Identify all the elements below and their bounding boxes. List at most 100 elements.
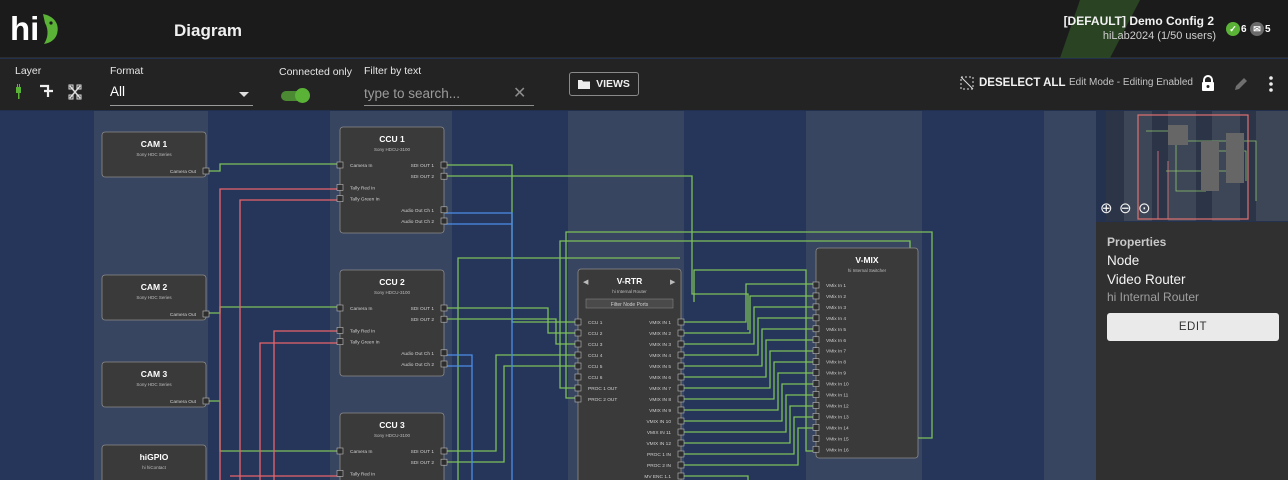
port-in[interactable] xyxy=(812,281,820,289)
port-out[interactable] xyxy=(440,161,448,169)
port-in[interactable] xyxy=(574,373,582,381)
port-out[interactable] xyxy=(677,428,685,436)
port-out[interactable] xyxy=(677,406,685,414)
port-in[interactable] xyxy=(574,362,582,370)
port-out[interactable] xyxy=(440,458,448,466)
node-vrtr[interactable]: V-RTR hi Internal Router ◀ ▶ Filter Node Por… xyxy=(574,268,685,480)
port-in[interactable] xyxy=(574,318,582,326)
node-higpio[interactable]: hiGPIO hi hiContact xyxy=(101,444,207,480)
node-subtitle: Sony HDCU-3100 xyxy=(374,433,411,438)
hi-logo-icon[interactable]: hi xyxy=(10,10,62,46)
port-out[interactable] xyxy=(202,167,210,175)
port-in[interactable] xyxy=(812,413,820,420)
port-in[interactable] xyxy=(574,384,582,392)
edit-button[interactable]: EDIT xyxy=(1107,313,1279,341)
port-out[interactable] xyxy=(440,360,448,368)
port-in[interactable] xyxy=(812,358,820,365)
fit-view-icon[interactable]: ⊙ xyxy=(1138,199,1151,217)
port-out[interactable] xyxy=(677,351,685,359)
port-out[interactable] xyxy=(677,340,685,348)
lock-icon[interactable] xyxy=(1200,75,1216,91)
port-out[interactable] xyxy=(677,395,685,403)
config-title[interactable]: [DEFAULT] Demo Config 2 xyxy=(1064,14,1214,28)
pencil-icon[interactable] xyxy=(1233,76,1249,92)
port-in[interactable] xyxy=(812,314,820,322)
port-in[interactable] xyxy=(812,336,820,344)
port-out[interactable] xyxy=(677,373,685,381)
port-out[interactable] xyxy=(677,472,685,480)
port-in[interactable] xyxy=(574,329,582,337)
node-vmix[interactable]: V-MIX hi Internal Switcher VMix In 1 VMix I… xyxy=(812,247,919,459)
port-in[interactable] xyxy=(574,340,582,348)
port-in[interactable] xyxy=(812,424,820,431)
clear-icon[interactable]: ✕ xyxy=(513,83,526,103)
top-bar: hi Diagram [DEFAULT] Demo Config 2 hiLab… xyxy=(0,0,1288,58)
port-out[interactable] xyxy=(677,362,685,370)
port-out[interactable] xyxy=(202,310,210,318)
port-in[interactable] xyxy=(812,325,820,333)
node-cam2[interactable]: CAM 2 Sony HDC Series Camera Out xyxy=(101,274,210,321)
port-in[interactable] xyxy=(336,470,344,477)
port-out[interactable] xyxy=(440,315,448,323)
port-label: Tally Green In xyxy=(350,197,380,203)
port-in[interactable] xyxy=(336,161,344,169)
port-out[interactable] xyxy=(677,384,685,392)
port-out[interactable] xyxy=(677,450,685,458)
port-out[interactable] xyxy=(677,439,685,447)
port-in[interactable] xyxy=(336,447,344,455)
port-out[interactable] xyxy=(440,304,448,312)
port-out[interactable] xyxy=(440,349,448,357)
port-out[interactable] xyxy=(677,329,685,337)
zoom-out-icon[interactable]: ⊖ xyxy=(1119,199,1132,217)
port-in[interactable] xyxy=(336,304,344,312)
port-in[interactable] xyxy=(812,434,820,442)
views-button[interactable]: VIEWS xyxy=(569,72,639,96)
port-in[interactable] xyxy=(336,338,344,345)
node-cam3[interactable]: CAM 3 Sony HDC Series Camera Out xyxy=(101,361,210,408)
node-box[interactable] xyxy=(101,444,207,480)
port-in[interactable] xyxy=(812,391,820,398)
network-icon[interactable] xyxy=(68,84,82,100)
filter-input[interactable] xyxy=(364,82,534,106)
port-out[interactable] xyxy=(440,206,448,214)
route-icon[interactable] xyxy=(40,84,53,97)
more-vert-icon[interactable] xyxy=(1266,75,1276,93)
connected-only-label: Connected only xyxy=(279,66,352,78)
node-ccu1[interactable]: CCU 1 Sony HDCU-3100 Camera In SDI OUT 1 SDI… xyxy=(336,126,448,234)
port-in[interactable] xyxy=(812,369,820,376)
port-in[interactable] xyxy=(336,327,344,334)
zoom-in-icon[interactable]: ⊕ xyxy=(1100,199,1113,217)
port-in[interactable] xyxy=(574,395,582,403)
prev-arrow-icon[interactable]: ◀ xyxy=(583,279,589,286)
port-out[interactable] xyxy=(677,318,685,326)
plug-icon[interactable] xyxy=(16,84,21,99)
port-out[interactable] xyxy=(202,397,210,405)
connected-only-toggle[interactable] xyxy=(279,88,310,103)
views-label: VIEWS xyxy=(596,78,630,90)
diagram-canvas[interactable]: CAM 1 Sony HDC Series Camera Out CAM 2 Sony … xyxy=(0,111,1096,480)
port-out[interactable] xyxy=(440,447,448,455)
node-cam1[interactable]: CAM 1 Sony HDC Series Camera Out xyxy=(101,131,210,178)
port-out[interactable] xyxy=(440,217,448,225)
port-label: CCU 3 xyxy=(588,342,603,348)
port-in[interactable] xyxy=(336,195,344,202)
status-ok-badge[interactable]: ✓ 6 xyxy=(1226,21,1247,37)
messages-badge[interactable]: ✉ 5 xyxy=(1250,21,1271,37)
port-out[interactable] xyxy=(440,172,448,180)
port-in[interactable] xyxy=(812,445,820,453)
port-out[interactable] xyxy=(677,461,685,469)
deselect-all-button[interactable]: DESELECT ALL xyxy=(960,76,1065,90)
next-arrow-icon[interactable]: ▶ xyxy=(670,279,676,286)
port-in[interactable] xyxy=(812,292,820,300)
minimap[interactable] xyxy=(1106,111,1288,221)
node-ccu2[interactable]: CCU 2 Sony HDCU-3100 Camera In SDI OUT 1 SDI… xyxy=(336,269,448,377)
port-in[interactable] xyxy=(812,380,820,387)
format-select[interactable]: All xyxy=(110,84,253,106)
port-out[interactable] xyxy=(677,417,685,425)
port-in[interactable] xyxy=(812,347,820,355)
port-in[interactable] xyxy=(336,184,344,191)
port-in[interactable] xyxy=(812,303,820,311)
port-in[interactable] xyxy=(812,402,820,409)
port-in[interactable] xyxy=(574,351,582,359)
node-ccu3[interactable]: CCU 3 Sony HDCU-3100 Camera In SDI OUT 1 SDI… xyxy=(336,412,448,480)
